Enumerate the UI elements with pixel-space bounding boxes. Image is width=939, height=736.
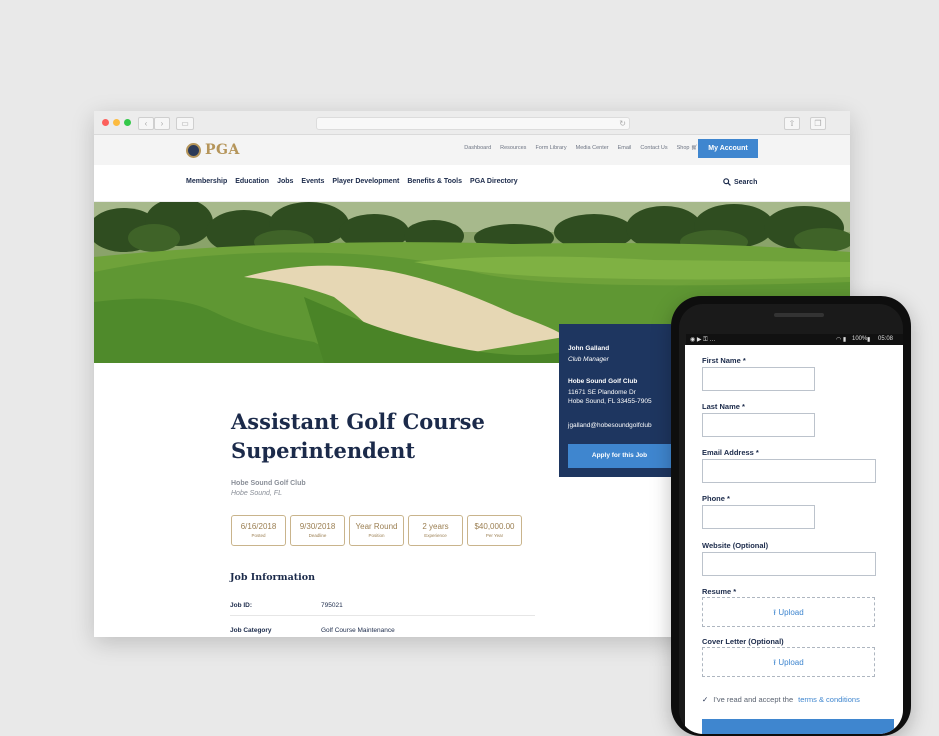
utility-links: Dashboard Resources Form Library Media C… xyxy=(464,145,698,151)
resume-upload-button[interactable]: ⭱ Upload xyxy=(702,597,875,627)
divider xyxy=(230,615,535,616)
terms-text: I've read and accept the xyxy=(713,695,794,704)
submit-application-button[interactable] xyxy=(702,719,894,734)
browser-toolbar: ‹ › ▭ ↻ ⇧ ❐ xyxy=(94,111,850,135)
upload-icon: ⭱ xyxy=(773,608,777,617)
nav-item-events[interactable]: Events xyxy=(301,178,324,185)
phone-label: Phone * xyxy=(702,494,730,503)
sidebar-toggle-icon[interactable]: ▭ xyxy=(176,117,194,130)
apply-button[interactable]: Apply for this Job xyxy=(568,444,671,468)
my-account-button[interactable]: My Account xyxy=(698,139,758,158)
util-link-shop[interactable]: Shop 🛒︎ xyxy=(677,145,698,151)
battery-icon: ▮ xyxy=(867,337,871,343)
resume-label: Resume * xyxy=(702,587,737,596)
address-bar[interactable]: ↻ xyxy=(316,117,630,130)
stat-position: Year Round Position xyxy=(349,515,404,546)
util-link-resources[interactable]: Resources xyxy=(500,145,526,151)
email-input[interactable] xyxy=(702,459,876,483)
nav-item-jobs[interactable]: Jobs xyxy=(277,178,293,185)
close-window-button[interactable] xyxy=(102,119,109,126)
signal-icon: ◠ ▮ xyxy=(836,337,847,343)
back-button[interactable]: ‹ xyxy=(138,117,154,130)
terms-link[interactable]: terms & conditions xyxy=(798,695,860,704)
stat-salary: $40,000.00 Per Year xyxy=(467,515,522,546)
website-label: Website (Optional) xyxy=(702,541,769,550)
phone-time: 05:08 xyxy=(878,336,894,342)
application-form: First Name * Last Name * Email Address *… xyxy=(685,345,903,734)
last-name-label: Last Name * xyxy=(702,402,745,411)
notification-icons: ◉ ▶ ⚿ … xyxy=(690,337,716,343)
job-stats: 6/16/2018 Posted 9/30/2018 Deadline Year… xyxy=(231,515,522,546)
contact-role: Club Manager xyxy=(568,356,609,363)
stat-experience: 2 years Experience xyxy=(408,515,463,546)
main-navigation: Membership Education Jobs Events Player … xyxy=(94,165,850,202)
pga-logo[interactable]: PGA xyxy=(186,142,240,158)
contact-name: John Galland xyxy=(568,345,610,352)
nav-item-membership[interactable]: Membership xyxy=(186,178,227,185)
utility-bar: PGA Dashboard Resources Form Library Med… xyxy=(94,135,850,165)
util-link-form-library[interactable]: Form Library xyxy=(535,145,566,151)
job-location: Hobe Sound, FL xyxy=(231,490,282,497)
minimize-window-button[interactable] xyxy=(113,119,120,126)
maximize-window-button[interactable] xyxy=(124,119,131,126)
nav-item-benefits-tools[interactable]: Benefits & Tools xyxy=(407,178,462,185)
nav-item-player-development[interactable]: Player Development xyxy=(332,178,399,185)
contact-address-line1: 11671 SE Plandome Dr xyxy=(568,389,636,396)
nav-item-pga-directory[interactable]: PGA Directory xyxy=(470,178,518,185)
website-input[interactable] xyxy=(702,552,876,576)
util-link-contact-us[interactable]: Contact Us xyxy=(640,145,667,151)
reload-icon[interactable]: ↻ xyxy=(619,118,626,129)
checkmark-icon[interactable]: ✓ xyxy=(702,695,708,704)
job-club-name: Hobe Sound Golf Club xyxy=(231,480,306,487)
tabs-icon[interactable]: ❐ xyxy=(810,117,826,130)
util-link-email[interactable]: Email xyxy=(618,145,632,151)
stat-posted: 6/16/2018 Posted xyxy=(231,515,286,546)
job-information-heading: Job Information xyxy=(230,572,316,583)
cover-letter-upload-button[interactable]: ⭱ Upload xyxy=(702,647,875,677)
last-name-input[interactable] xyxy=(702,413,815,437)
stat-deadline: 9/30/2018 Deadline xyxy=(290,515,345,546)
phone-bezel: ◉ ▶ ⚿ … ◠ ▮ 100% ▮ 05:08 First Name * La… xyxy=(679,304,903,734)
phone-input[interactable] xyxy=(702,505,815,529)
search-icon xyxy=(723,178,731,186)
phone-status-bar: ◉ ▶ ⚿ … ◠ ▮ 100% ▮ 05:08 xyxy=(686,334,903,345)
first-name-label: First Name * xyxy=(702,356,746,365)
contact-card: John Galland Club Manager Hobe Sound Gol… xyxy=(559,324,671,477)
email-label: Email Address * xyxy=(702,448,759,457)
contact-email-link[interactable]: jgalland@hobesoundgolfclub xyxy=(568,422,652,429)
search-button[interactable]: Search xyxy=(723,178,757,186)
job-title: Assistant Golf Course Superintendent xyxy=(231,409,485,463)
mobile-device: ◉ ▶ ⚿ … ◠ ▮ 100% ▮ 05:08 First Name * La… xyxy=(671,296,911,736)
battery-level: 100% xyxy=(852,336,868,342)
terms-checkbox-row[interactable]: ✓ I've read and accept the terms & condi… xyxy=(702,695,860,704)
nav-item-education[interactable]: Education xyxy=(235,178,269,185)
phone-speaker xyxy=(774,313,824,317)
util-link-dashboard[interactable]: Dashboard xyxy=(464,145,491,151)
util-link-media-center[interactable]: Media Center xyxy=(576,145,609,151)
forward-button[interactable]: › xyxy=(154,117,170,130)
upload-icon: ⭱ xyxy=(773,658,777,667)
cart-icon: 🛒︎ xyxy=(691,145,698,151)
contact-address-line2: Hobe Sound, FL 33455-7905 xyxy=(568,398,652,405)
pga-crest-icon xyxy=(186,142,201,158)
share-icon[interactable]: ⇧ xyxy=(784,117,800,130)
contact-club: Hobe Sound Golf Club xyxy=(568,378,638,385)
cover-letter-label: Cover Letter (Optional) xyxy=(702,637,784,646)
first-name-input[interactable] xyxy=(702,367,815,391)
